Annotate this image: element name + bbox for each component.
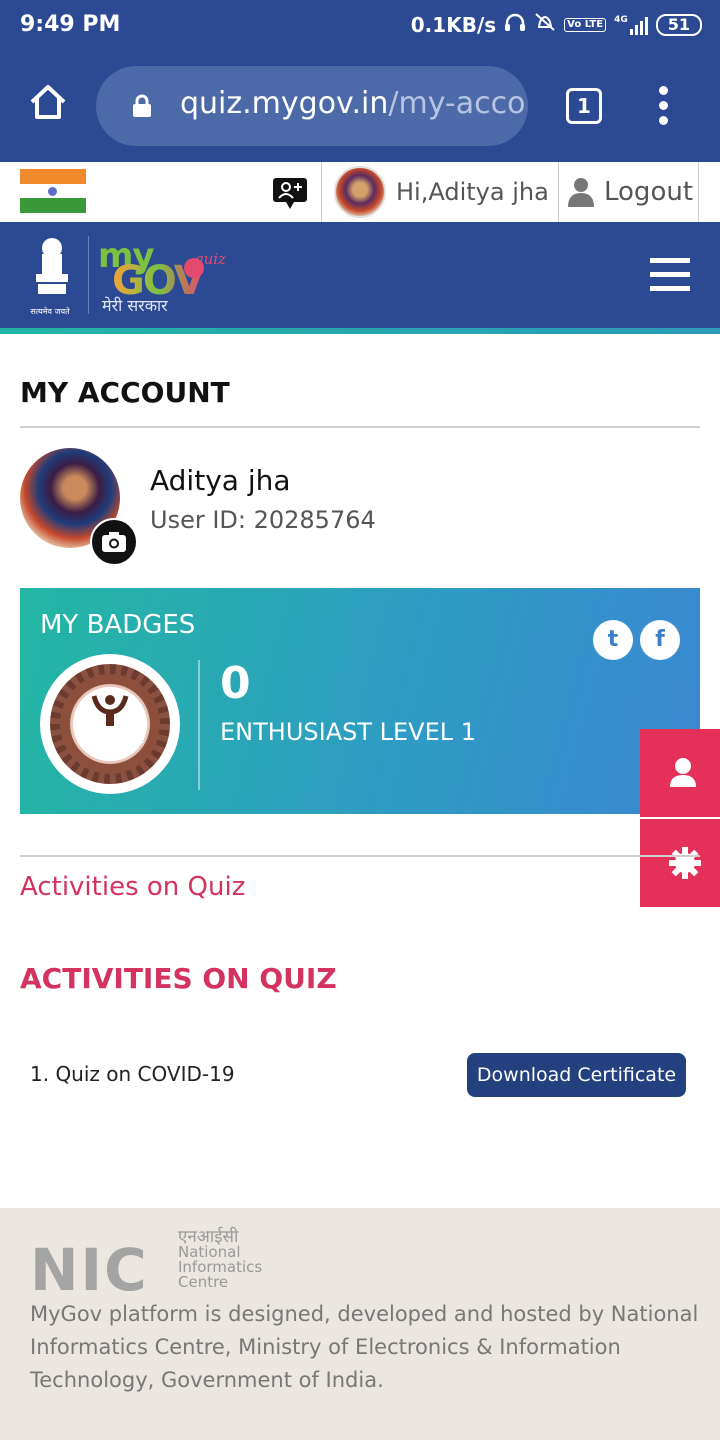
- divider: [198, 660, 200, 790]
- camera-icon[interactable]: [90, 518, 138, 566]
- tab-switcher-button[interactable]: 1: [566, 88, 602, 124]
- address-bar[interactable]: quiz.mygov.in/my-acco: [96, 66, 528, 146]
- browser-toolbar: quiz.mygov.in/my-acco 1: [0, 52, 720, 162]
- nic-letters: NIC: [30, 1236, 149, 1304]
- home-icon[interactable]: [28, 82, 68, 122]
- list-item: 1. Quiz on COVID-19: [30, 1062, 235, 1086]
- badges-title: MY BADGES: [40, 610, 196, 640]
- enthusiast-badge: Enthusiast: [40, 654, 180, 794]
- status-icons: 0.1KB/s Vo LTE 4G 51: [411, 12, 702, 37]
- gear-icon: [669, 847, 701, 879]
- nic-logo: NIC एनआईसी National Informatics Centre: [30, 1229, 280, 1305]
- header-accent-line: [0, 328, 720, 334]
- badge-core: [60, 674, 160, 774]
- network-type: 4G: [614, 14, 628, 25]
- user-icon: [670, 758, 696, 787]
- greeting-text: Hi,Aditya jha: [396, 178, 549, 206]
- volte-icon: Vo LTE: [564, 17, 607, 32]
- divider: [321, 162, 322, 222]
- twitter-glyph: t: [607, 627, 619, 652]
- side-profile-button[interactable]: [640, 729, 720, 817]
- badge-level: ENTHUSIAST LEVEL 1: [220, 718, 477, 746]
- divider: [698, 162, 699, 222]
- facebook-icon[interactable]: f: [640, 620, 680, 660]
- badge-count: 0: [220, 658, 251, 709]
- top-strip: Hi,Aditya jha Logout: [0, 162, 720, 222]
- lock-icon: [132, 94, 152, 117]
- emblem-icon[interactable]: सत्यमेव जयते: [28, 236, 76, 316]
- quiz-logo-icon: quiz: [182, 250, 230, 290]
- badge-label: Enthusiast: [75, 732, 145, 747]
- activities-heading: ACTIVITIES ON QUIZ: [20, 962, 337, 995]
- logout-button[interactable]: Logout: [566, 176, 693, 208]
- divider: [20, 855, 700, 857]
- facebook-glyph: f: [655, 627, 665, 652]
- signal-icon: 4G: [614, 15, 648, 35]
- battery-icon: 51: [655, 13, 702, 36]
- divider: [20, 426, 700, 428]
- footer: NIC एनआईसी National Informatics Centre M…: [0, 1208, 720, 1440]
- add-user-icon[interactable]: [272, 176, 308, 212]
- person-icon: [90, 690, 130, 730]
- footer-text: MyGov platform is designed, developed an…: [30, 1302, 699, 1392]
- url-text: quiz.mygov.in/my-acco: [180, 86, 525, 121]
- user-id: User ID: 20285764: [150, 506, 376, 534]
- headphones-icon: [504, 12, 526, 37]
- emblem-caption: सत्यमेव जयते: [30, 307, 70, 316]
- india-flag-icon: [20, 169, 86, 213]
- avatar[interactable]: [334, 166, 386, 218]
- status-time: 9:49 PM: [20, 12, 121, 37]
- divider: [558, 162, 559, 222]
- hamburger-menu-icon[interactable]: [650, 258, 690, 294]
- url-host: quiz.mygov.in: [180, 86, 389, 121]
- logo-tagline: मेरी सरकार: [102, 296, 168, 315]
- nic-line3: Centre: [178, 1273, 229, 1291]
- badges-card: MY BADGES t f Enthusiast 0 ENTHUSIAST LE…: [20, 588, 700, 814]
- page-title: MY ACCOUNT: [20, 376, 230, 409]
- logout-label: Logout: [604, 177, 694, 207]
- url-path: /my-acco: [388, 86, 526, 121]
- net-speed: 0.1KB/s: [410, 12, 497, 37]
- divider: [88, 236, 89, 314]
- twitter-icon[interactable]: t: [593, 620, 633, 660]
- download-certificate-button[interactable]: Download Certificate: [467, 1053, 686, 1097]
- status-bar: 9:49 PM 0.1KB/s Vo LTE 4G 51: [0, 0, 720, 52]
- site-header: सत्यमेव जयते my GOV quiz मेरी सरकार: [0, 222, 720, 328]
- nic-side-text: एनआईसी National Informatics Centre: [178, 1229, 262, 1291]
- browser-menu-icon[interactable]: [655, 86, 671, 126]
- logo-quiz-text: quiz: [194, 250, 226, 268]
- activities-link[interactable]: Activities on Quiz: [20, 872, 245, 902]
- badge-ring: Enthusiast: [50, 664, 170, 784]
- alarm-off-icon: [534, 12, 556, 37]
- side-settings-button[interactable]: [640, 819, 720, 907]
- profile-name: Aditya jha: [150, 464, 291, 497]
- user-icon: [566, 176, 596, 208]
